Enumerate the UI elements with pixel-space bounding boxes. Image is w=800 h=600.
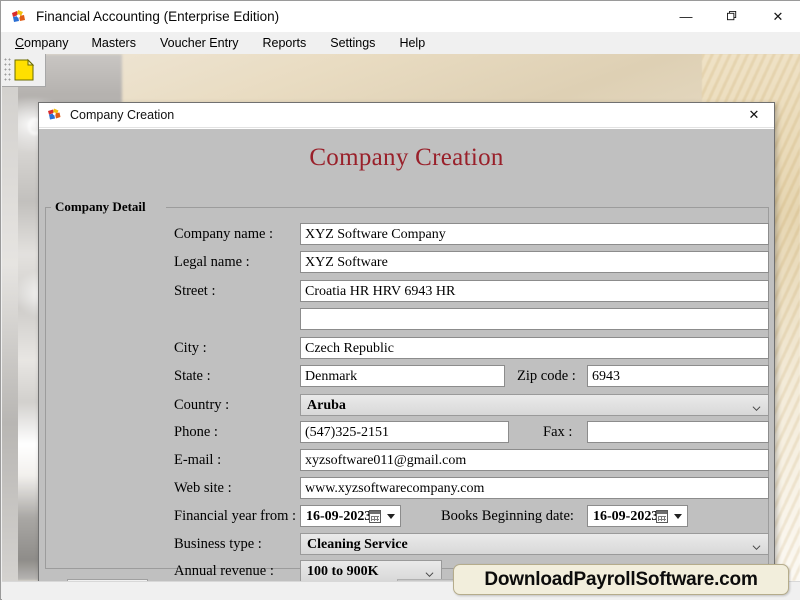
business-type-selected-value: Cleaning Service bbox=[307, 537, 408, 552]
page-title: Company Creation bbox=[39, 144, 774, 172]
row-city: City : Czech Republic bbox=[39, 337, 774, 359]
fax-input[interactable] bbox=[587, 421, 769, 443]
street-label: Street : bbox=[174, 280, 215, 302]
email-input[interactable]: xyzsoftware011@gmail.com bbox=[300, 449, 769, 471]
row-legal-name: Legal name : XYZ Software bbox=[39, 251, 774, 273]
business-type-select[interactable]: Cleaning Service bbox=[300, 533, 769, 555]
chevron-down-icon bbox=[752, 400, 761, 409]
country-select[interactable]: Aruba bbox=[300, 394, 769, 416]
legal-name-label: Legal name : bbox=[174, 251, 250, 273]
window-controls: — ✕ bbox=[663, 1, 800, 32]
row-state-zip: State : Denmark Zip code : 6943 bbox=[39, 365, 774, 387]
group-border-right bbox=[166, 207, 769, 208]
chevron-down-icon bbox=[752, 539, 761, 548]
row-dates: Financial year from : 16-09-2023 Books B… bbox=[39, 505, 774, 527]
window-title: Financial Accounting (Enterprise Edition… bbox=[36, 9, 279, 24]
country-selected-value: Aruba bbox=[307, 398, 346, 413]
application-window: Financial Accounting (Enterprise Edition… bbox=[0, 0, 800, 600]
menu-item-masters[interactable]: Masters bbox=[92, 36, 136, 50]
row-phone-fax: Phone : (547)325-2151 Fax : bbox=[39, 421, 774, 443]
row-business-type: Business type : Cleaning Service bbox=[39, 533, 774, 555]
street-input[interactable]: Croatia HR HRV 6943 HR bbox=[300, 280, 769, 302]
books-beginning-date-label: Books Beginning date: bbox=[441, 505, 574, 527]
dialog-title: Company Creation bbox=[70, 108, 174, 122]
calendar-icon bbox=[656, 510, 668, 523]
company-name-input[interactable]: XYZ Software Company bbox=[300, 223, 769, 245]
window-title-bar: Financial Accounting (Enterprise Edition… bbox=[1, 1, 800, 32]
fax-label: Fax : bbox=[543, 421, 572, 443]
city-label: City : bbox=[174, 337, 207, 359]
row-street: Street : Croatia HR HRV 6943 HR bbox=[39, 280, 774, 302]
books-beginning-date-datepicker[interactable]: 16-09-2023 bbox=[587, 505, 688, 527]
country-label: Country : bbox=[174, 394, 229, 416]
close-button[interactable]: ✕ bbox=[755, 1, 800, 32]
toolbar-grip[interactable] bbox=[4, 58, 11, 82]
group-label: Company Detail bbox=[51, 199, 150, 215]
watermark-badge: DownloadPayrollSoftware.com bbox=[453, 564, 789, 595]
row-email: E-mail : xyzsoftware011@gmail.com bbox=[39, 449, 774, 471]
chevron-down-icon bbox=[674, 514, 682, 519]
street-line2-input[interactable] bbox=[300, 308, 769, 330]
books-beginning-date-value: 16-09-2023 bbox=[593, 509, 658, 524]
financial-year-from-datepicker[interactable]: 16-09-2023 bbox=[300, 505, 401, 527]
menu-item-settings[interactable]: Settings bbox=[330, 36, 375, 50]
financial-year-from-label: Financial year from : bbox=[174, 505, 296, 527]
row-website: Web site : www.xyzsoftwarecompany.com bbox=[39, 477, 774, 499]
menu-item-company[interactable]: Company bbox=[15, 36, 69, 50]
dialog-body: Company Creation Company Detail Company … bbox=[39, 128, 774, 581]
menu-item-voucher-entry[interactable]: Voucher Entry bbox=[160, 36, 239, 50]
chevron-down-icon bbox=[387, 514, 395, 519]
website-label: Web site : bbox=[174, 477, 232, 499]
phone-label: Phone : bbox=[174, 421, 218, 443]
state-label: State : bbox=[174, 365, 211, 387]
mdi-client-area: 8 bbox=[2, 54, 800, 581]
legal-name-input[interactable]: XYZ Software bbox=[300, 251, 769, 273]
minimize-button[interactable]: — bbox=[663, 1, 709, 32]
email-label: E-mail : bbox=[174, 449, 221, 471]
row-country: Country : Aruba bbox=[39, 394, 774, 416]
new-document-icon[interactable] bbox=[13, 58, 35, 82]
phone-input[interactable]: (547)325-2151 bbox=[300, 421, 509, 443]
dialog-close-button[interactable]: ✕ bbox=[734, 103, 774, 128]
company-creation-dialog: Company Creation ✕ Company Creation Comp… bbox=[38, 102, 775, 581]
state-input[interactable]: Denmark bbox=[300, 365, 505, 387]
menu-item-help[interactable]: Help bbox=[399, 36, 425, 50]
company-name-label: Company name : bbox=[174, 223, 273, 245]
dialog-title-bar: Company Creation ✕ bbox=[39, 103, 774, 128]
city-input[interactable]: Czech Republic bbox=[300, 337, 769, 359]
calendar-icon bbox=[369, 510, 381, 523]
row-company-name: Company name : XYZ Software Company bbox=[39, 223, 774, 245]
background-strip bbox=[2, 54, 18, 581]
menu-item-reports[interactable]: Reports bbox=[262, 36, 306, 50]
restore-button[interactable] bbox=[709, 1, 755, 32]
financial-year-from-value: 16-09-2023 bbox=[306, 509, 371, 524]
zip-code-label: Zip code : bbox=[517, 365, 576, 387]
row-street-2 bbox=[39, 308, 774, 330]
website-input[interactable]: www.xyzsoftwarecompany.com bbox=[300, 477, 769, 499]
zip-code-input[interactable]: 6943 bbox=[587, 365, 769, 387]
puzzle-piece-icon bbox=[47, 107, 63, 123]
puzzle-piece-icon bbox=[10, 8, 28, 26]
menu-bar: Company Masters Voucher Entry Reports Se… bbox=[1, 32, 800, 54]
toolbar bbox=[2, 54, 46, 87]
business-type-label: Business type : bbox=[174, 533, 262, 555]
